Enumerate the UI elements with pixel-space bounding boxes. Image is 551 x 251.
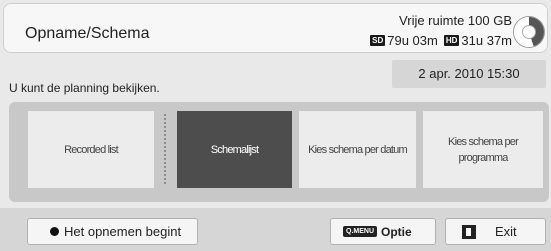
remaining-time-row: SD 79u 03m HD 31u 37m [364,33,512,48]
tab-divider [164,114,166,184]
option-label: Optie [381,224,412,239]
recording-schedule-panel: Opname/Schema Vrije ruimte 100 GB SD 79u … [0,0,551,251]
tab-schemalijst[interactable]: Schemalijst [177,111,292,188]
option-button[interactable]: Q.MENU Optie [330,218,436,245]
disk-usage-icon [514,17,544,47]
sd-remaining-time: 79u 03m [387,33,438,48]
hd-badge: HD [443,35,460,46]
sd-badge: SD [370,35,386,46]
start-recording-label: Het opnemen begint [64,224,182,239]
free-space-label: Vrije ruimte 100 GB [399,13,512,28]
tab-schedule-by-programme[interactable]: Kies schema per programma [423,111,543,188]
qmenu-key-icon: Q.MENU [343,226,377,237]
start-recording-button[interactable]: Het opnemen begint [27,218,198,245]
disk-center-hole [523,26,535,38]
tab-recorded-list[interactable]: Recorded list [28,111,154,188]
hd-remaining-time: 31u 37m [461,33,512,48]
tab-bar: Recorded list Schemalijst Kies schema pe… [9,102,549,202]
tab-schedule-by-date[interactable]: Kies schema per datum [299,111,416,188]
record-dot-icon [50,227,59,236]
page-title: Opname/Schema [25,25,150,42]
exit-key-icon [462,224,476,239]
info-message: U kunt de planning bekijken. [9,81,160,95]
current-date: 2 apr. 2010 15:30 [392,60,546,88]
footer-bar: Het opnemen begint Q.MENU Optie Exit [0,208,551,251]
exit-button[interactable]: Exit [445,218,546,245]
exit-label: Exit [495,224,517,239]
header-bar: Opname/Schema Vrije ruimte 100 GB SD 79u … [3,3,548,53]
